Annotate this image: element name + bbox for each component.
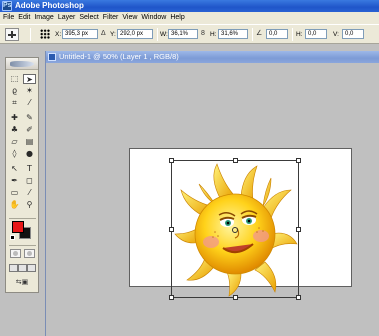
menu-bar: File Edit Image Layer Select Filter View… (0, 12, 379, 24)
menu-select[interactable]: Select (79, 12, 102, 24)
transform-pivot-point[interactable] (232, 227, 238, 233)
standard-screen-mode-button[interactable] (9, 264, 18, 272)
title-bar: Ps Adobe Photoshop (0, 0, 379, 12)
full-screen-mode-button[interactable] (27, 264, 36, 272)
options-divider (157, 28, 158, 41)
zoom-tool-icon[interactable]: ⚲ (23, 200, 36, 210)
document-icon (48, 53, 56, 61)
eraser-tool-icon[interactable]: ▱ (8, 137, 21, 147)
dodge-tool-icon[interactable]: ● (23, 149, 36, 159)
full-screen-menu-mode-button[interactable] (18, 264, 27, 272)
foreground-color-swatch[interactable] (12, 221, 24, 233)
width-label: W: (160, 31, 168, 38)
default-colors-icon[interactable] (10, 235, 15, 240)
move-tool-icon[interactable]: ➤ (23, 74, 36, 84)
height-label: H: (210, 31, 217, 38)
vertical-skew-label: V: (333, 31, 339, 38)
healing-brush-tool-icon[interactable]: ✚ (8, 113, 21, 123)
x-label: X: (55, 31, 62, 38)
menu-file[interactable]: File (3, 12, 18, 24)
document-title-bar[interactable]: Untitled-1 @ 50% (Layer 1 , RGB/8) (46, 51, 379, 63)
gradient-tool-icon[interactable]: ▤ (23, 137, 36, 147)
shape-tool-icon[interactable]: ◻ (23, 176, 36, 186)
menu-window[interactable]: Window (141, 12, 170, 24)
transform-handle-top[interactable] (233, 158, 238, 163)
vertical-skew-field[interactable]: 0,0 (342, 29, 364, 39)
width-scale-field[interactable]: 36,1% (168, 29, 198, 39)
horizontal-skew-label: H: (296, 31, 303, 38)
document-title: Untitled-1 @ 50% (Layer 1 , RGB/8) (59, 52, 179, 61)
menu-filter[interactable]: Filter (103, 12, 123, 24)
toolbox-header[interactable] (6, 58, 38, 70)
transform-handle-bottom-right[interactable] (296, 295, 301, 300)
pen-tool-icon[interactable]: ✒ (8, 176, 21, 186)
clone-stamp-tool-icon[interactable]: ♣ (8, 125, 21, 135)
options-bar: X: 395,3 px Δ Y: 292,0 px W: 36,1% 8 H: … (0, 24, 379, 44)
jump-to-imageready-icon[interactable]: ⇆▣ (10, 278, 34, 288)
transform-handle-left[interactable] (169, 227, 174, 232)
menu-edit[interactable]: Edit (18, 12, 34, 24)
options-divider (292, 28, 293, 41)
crop-tool-icon[interactable]: ⌗ (8, 98, 21, 108)
transform-handle-right[interactable] (296, 227, 301, 232)
transform-handle-top-left[interactable] (169, 158, 174, 163)
rotate-angle-icon: ∠ (256, 30, 263, 37)
transform-handle-bottom-left[interactable] (169, 295, 174, 300)
notes-tool-icon[interactable]: ▭ (8, 188, 21, 198)
x-position-field[interactable]: 395,3 px (62, 29, 98, 39)
path-selection-tool-icon[interactable]: ↖ (8, 164, 21, 174)
feather-logo-icon (10, 61, 34, 67)
type-tool-icon[interactable]: T (23, 164, 36, 174)
reference-point-grid-icon[interactable] (40, 29, 50, 39)
window-title: Adobe Photoshop (15, 1, 84, 10)
marquee-tool-icon[interactable]: ⬚ (8, 74, 21, 84)
menu-layer[interactable]: Layer (58, 12, 80, 24)
slice-tool-icon[interactable]: ⁄ (23, 98, 36, 108)
toolbox: ⬚ ➤ ϱ ✶ ⌗ ⁄ ✚ ✎ ♣ ✐ ▱ ▤ ◊ ● ↖ T ✒ ◻ ▭ ⁄ ✋ ⚲ ⇆▣ (5, 57, 39, 293)
horizontal-skew-field[interactable]: 0,0 (305, 29, 327, 39)
history-brush-tool-icon[interactable]: ✐ (23, 125, 36, 135)
photoshop-app-icon[interactable]: Ps (2, 1, 12, 11)
eyedropper-tool-icon[interactable]: ⁄ (23, 188, 36, 198)
menu-image[interactable]: Image (34, 12, 57, 24)
blur-tool-icon[interactable]: ◊ (8, 149, 21, 159)
y-label: Y: (110, 31, 116, 38)
link-proportions-icon[interactable]: 8 (201, 29, 205, 39)
lasso-tool-icon[interactable]: ϱ (8, 86, 21, 96)
tool-grid: ⬚ ➤ ϱ ✶ ⌗ ⁄ ✚ ✎ ♣ ✐ ▱ ▤ ◊ ● ↖ T ✒ ◻ ▭ ⁄ ✋ ⚲ (8, 74, 38, 210)
transform-bounding-box[interactable] (169, 158, 301, 300)
menu-help[interactable]: Help (170, 12, 188, 24)
transform-handle-bottom[interactable] (233, 295, 238, 300)
options-divider (30, 28, 31, 41)
brush-tool-icon[interactable]: ✎ (23, 113, 36, 123)
magic-wand-tool-icon[interactable]: ✶ (23, 86, 36, 96)
toolbox-divider (9, 245, 36, 246)
toolbox-divider (9, 218, 36, 219)
menu-view[interactable]: View (122, 12, 141, 24)
transform-handle-top-right[interactable] (296, 158, 301, 163)
relative-positioning-icon[interactable]: Δ (101, 29, 106, 39)
standard-mode-button[interactable] (10, 249, 21, 258)
height-scale-field[interactable]: 31,6% (218, 29, 248, 39)
hand-tool-icon[interactable]: ✋ (8, 200, 21, 210)
options-divider (252, 28, 253, 41)
y-position-field[interactable]: 292,0 px (117, 29, 153, 39)
quick-mask-mode-button[interactable] (24, 249, 35, 258)
tool-preset-picker[interactable] (5, 28, 19, 41)
rotation-angle-field[interactable]: 0,0 (266, 29, 288, 39)
